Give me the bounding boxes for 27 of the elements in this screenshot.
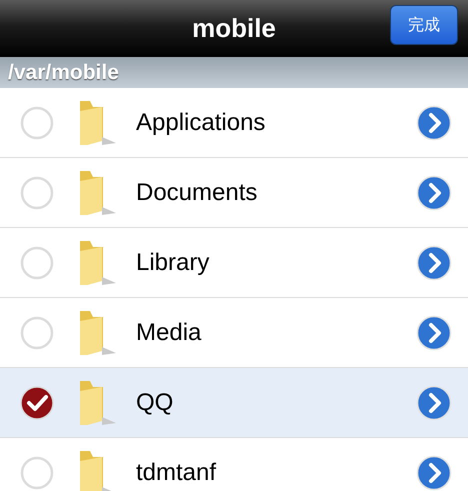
path-label: /var/mobile xyxy=(8,60,119,84)
folder-name: Media xyxy=(136,318,202,346)
disclosure-button-icon[interactable] xyxy=(416,174,452,210)
radio-icon[interactable] xyxy=(20,456,54,490)
disclosure-button-icon[interactable] xyxy=(416,384,452,420)
folder-icon xyxy=(80,170,116,214)
disclosure-button-icon[interactable] xyxy=(416,314,452,350)
folder-name: Library xyxy=(136,248,210,276)
window-title: mobile xyxy=(192,13,276,44)
folder-icon xyxy=(80,310,116,354)
folder-name: Applications xyxy=(136,108,266,136)
folder-icon xyxy=(80,380,116,424)
file-row[interactable]: QQ xyxy=(0,368,468,438)
radio-icon[interactable] xyxy=(20,246,54,280)
radio-icon[interactable] xyxy=(20,106,54,140)
folder-icon xyxy=(80,240,116,284)
disclosure-button-icon[interactable] xyxy=(416,244,452,280)
folder-name: tdmtanf xyxy=(136,458,218,486)
folder-name: QQ xyxy=(136,388,174,416)
radio-icon[interactable] xyxy=(20,316,54,350)
folder-icon xyxy=(80,100,116,144)
checked-radio-icon[interactable] xyxy=(20,386,54,420)
done-button[interactable]: 完成 xyxy=(390,5,458,45)
disclosure-button-icon[interactable] xyxy=(416,454,452,490)
radio-icon[interactable] xyxy=(20,176,54,210)
disclosure-button-icon[interactable] xyxy=(416,104,452,140)
folder-name: Documents xyxy=(136,178,258,206)
